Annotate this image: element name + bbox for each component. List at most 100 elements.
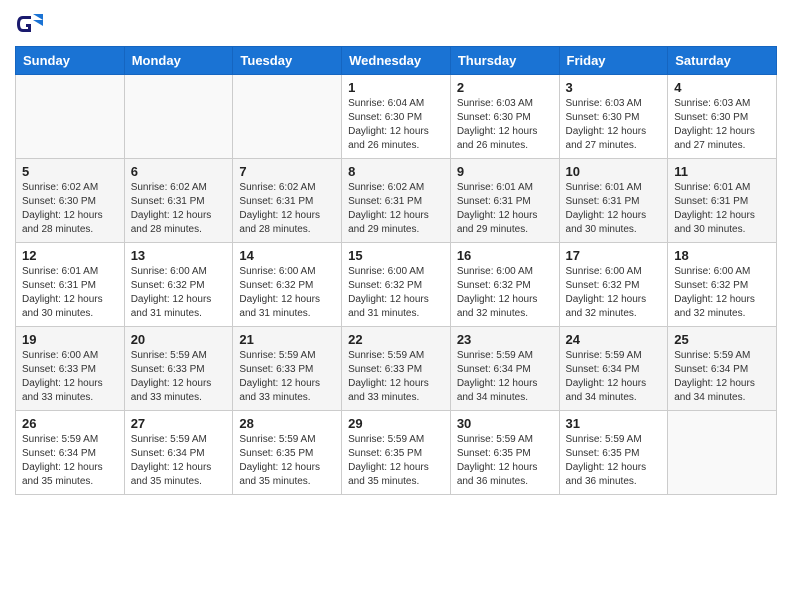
- calendar-cell: 12 Sunrise: 6:01 AMSunset: 6:31 PMDayligh…: [16, 243, 125, 327]
- day-number: 20: [131, 332, 227, 347]
- calendar-cell: 28Sunrise: 5:59 AMSunset: 6:35 PMDayligh…: [233, 411, 342, 495]
- calendar-cell: 21 Sunrise: 5:59 AMSunset: 6:33 PMDayligh…: [233, 327, 342, 411]
- calendar-cell: 3Sunrise: 6:03 AMSunset: 6:30 PMDaylight…: [559, 75, 668, 159]
- calendar-cell: 11 Sunrise: 6:01 AMSunset: 6:31 PMDayligh…: [668, 159, 777, 243]
- day-info: Sunrise: 6:00 AMSunset: 6:32 PMDaylight:…: [348, 265, 444, 321]
- calendar-cell: 31Sunrise: 5:59 AMSunset: 6:35 PMDayligh…: [559, 411, 668, 495]
- day-number: 2: [457, 80, 553, 95]
- day-info: Sunrise: 6:00 AMSunset: 6:32 PMDaylight:…: [131, 265, 227, 321]
- day-info: Sunrise: 5:59 AMSunset: 6:33 PMDaylight:…: [131, 349, 227, 405]
- day-info: Sunrise: 6:01 AMSunset: 6:31 PMDaylight:…: [674, 181, 770, 237]
- day-info: Sunrise: 6:00 AMSunset: 6:32 PMDaylight:…: [457, 265, 553, 321]
- weekday-header: Wednesday: [342, 47, 451, 75]
- day-info: Sunrise: 6:00 AMSunset: 6:32 PMDaylight:…: [674, 265, 770, 321]
- calendar-cell: 16 Sunrise: 6:00 AMSunset: 6:32 PMDayligh…: [450, 243, 559, 327]
- calendar-week-row: 5Sunrise: 6:02 AMSunset: 6:30 PMDaylight…: [16, 159, 777, 243]
- day-number: 6: [131, 164, 227, 179]
- day-info: Sunrise: 6:00 AMSunset: 6:32 PMDaylight:…: [239, 265, 335, 321]
- day-info: Sunrise: 6:01 AMSunset: 6:31 PMDaylight:…: [22, 265, 118, 321]
- calendar-week-row: 19 Sunrise: 6:00 AMSunset: 6:33 PMDayligh…: [16, 327, 777, 411]
- day-info: Sunrise: 6:04 AMSunset: 6:30 PMDaylight:…: [348, 97, 444, 153]
- day-number: 11: [674, 164, 770, 179]
- calendar-cell: [668, 411, 777, 495]
- day-info: Sunrise: 5:59 AMSunset: 6:34 PMDaylight:…: [457, 349, 553, 405]
- calendar-cell: [16, 75, 125, 159]
- calendar-cell: 2Sunrise: 6:03 AMSunset: 6:30 PMDaylight…: [450, 75, 559, 159]
- weekday-header: Thursday: [450, 47, 559, 75]
- day-number: 22: [348, 332, 444, 347]
- day-info: Sunrise: 5:59 AMSunset: 6:34 PMDaylight:…: [566, 349, 662, 405]
- day-info: Sunrise: 6:02 AMSunset: 6:31 PMDaylight:…: [348, 181, 444, 237]
- calendar-cell: 13Sunrise: 6:00 AMSunset: 6:32 PMDayligh…: [124, 243, 233, 327]
- calendar-week-row: 1 Sunrise: 6:04 AMSunset: 6:30 PMDaylight…: [16, 75, 777, 159]
- day-number: 21: [239, 332, 335, 347]
- weekday-header: Friday: [559, 47, 668, 75]
- logo-icon: [15, 10, 43, 38]
- calendar-cell: 23 Sunrise: 5:59 AMSunset: 6:34 PMDayligh…: [450, 327, 559, 411]
- calendar-cell: 22 Sunrise: 5:59 AMSunset: 6:33 PMDayligh…: [342, 327, 451, 411]
- calendar-cell: 29 Sunrise: 5:59 AMSunset: 6:35 PMDayligh…: [342, 411, 451, 495]
- day-number: 10: [566, 164, 662, 179]
- calendar-cell: 9 Sunrise: 6:01 AMSunset: 6:31 PMDaylight…: [450, 159, 559, 243]
- day-info: Sunrise: 5:59 AMSunset: 6:33 PMDaylight:…: [239, 349, 335, 405]
- day-number: 25: [674, 332, 770, 347]
- day-number: 29: [348, 416, 444, 431]
- calendar-cell: 4Sunrise: 6:03 AMSunset: 6:30 PMDaylight…: [668, 75, 777, 159]
- day-number: 19: [22, 332, 118, 347]
- header: [15, 10, 777, 38]
- day-info: Sunrise: 6:02 AMSunset: 6:31 PMDaylight:…: [131, 181, 227, 237]
- day-info: Sunrise: 6:01 AMSunset: 6:31 PMDaylight:…: [457, 181, 553, 237]
- calendar-cell: 6 Sunrise: 6:02 AMSunset: 6:31 PMDaylight…: [124, 159, 233, 243]
- day-info: Sunrise: 6:02 AMSunset: 6:31 PMDaylight:…: [239, 181, 335, 237]
- day-number: 15: [348, 248, 444, 263]
- calendar-cell: 15 Sunrise: 6:00 AMSunset: 6:32 PMDayligh…: [342, 243, 451, 327]
- day-number: 12: [22, 248, 118, 263]
- day-number: 27: [131, 416, 227, 431]
- day-number: 24: [566, 332, 662, 347]
- day-number: 1: [348, 80, 444, 95]
- day-info: Sunrise: 5:59 AMSunset: 6:34 PMDaylight:…: [674, 349, 770, 405]
- calendar-cell: 20 Sunrise: 5:59 AMSunset: 6:33 PMDayligh…: [124, 327, 233, 411]
- calendar-page: SundayMondayTuesdayWednesdayThursdayFrid…: [0, 0, 792, 510]
- day-info: Sunrise: 6:00 AMSunset: 6:32 PMDaylight:…: [566, 265, 662, 321]
- day-number: 16: [457, 248, 553, 263]
- calendar-week-row: 12 Sunrise: 6:01 AMSunset: 6:31 PMDayligh…: [16, 243, 777, 327]
- day-info: Sunrise: 6:03 AMSunset: 6:30 PMDaylight:…: [566, 97, 662, 153]
- day-info: Sunrise: 5:59 AMSunset: 6:35 PMDaylight:…: [457, 433, 553, 489]
- calendar-cell: 26 Sunrise: 5:59 AMSunset: 6:34 PMDayligh…: [16, 411, 125, 495]
- day-info: Sunrise: 5:59 AMSunset: 6:33 PMDaylight:…: [348, 349, 444, 405]
- calendar-cell: 5Sunrise: 6:02 AMSunset: 6:30 PMDaylight…: [16, 159, 125, 243]
- weekday-header: Sunday: [16, 47, 125, 75]
- day-info: Sunrise: 6:01 AMSunset: 6:31 PMDaylight:…: [566, 181, 662, 237]
- day-number: 30: [457, 416, 553, 431]
- day-number: 26: [22, 416, 118, 431]
- day-number: 9: [457, 164, 553, 179]
- calendar-cell: 7 Sunrise: 6:02 AMSunset: 6:31 PMDaylight…: [233, 159, 342, 243]
- calendar-cell: 19 Sunrise: 6:00 AMSunset: 6:33 PMDayligh…: [16, 327, 125, 411]
- weekday-header-row: SundayMondayTuesdayWednesdayThursdayFrid…: [16, 47, 777, 75]
- day-number: 18: [674, 248, 770, 263]
- day-info: Sunrise: 5:59 AMSunset: 6:34 PMDaylight:…: [22, 433, 118, 489]
- calendar-cell: 24 Sunrise: 5:59 AMSunset: 6:34 PMDayligh…: [559, 327, 668, 411]
- logo: [15, 10, 47, 38]
- day-number: 14: [239, 248, 335, 263]
- calendar-cell: 14 Sunrise: 6:00 AMSunset: 6:32 PMDayligh…: [233, 243, 342, 327]
- day-number: 23: [457, 332, 553, 347]
- calendar-cell: [233, 75, 342, 159]
- calendar-table: SundayMondayTuesdayWednesdayThursdayFrid…: [15, 46, 777, 495]
- weekday-header: Saturday: [668, 47, 777, 75]
- weekday-header: Monday: [124, 47, 233, 75]
- day-number: 8: [348, 164, 444, 179]
- calendar-cell: 27 Sunrise: 5:59 AMSunset: 6:34 PMDayligh…: [124, 411, 233, 495]
- day-info: Sunrise: 6:00 AMSunset: 6:33 PMDaylight:…: [22, 349, 118, 405]
- calendar-cell: 1 Sunrise: 6:04 AMSunset: 6:30 PMDaylight…: [342, 75, 451, 159]
- day-info: Sunrise: 6:02 AMSunset: 6:30 PMDaylight:…: [22, 181, 118, 237]
- day-info: Sunrise: 5:59 AMSunset: 6:35 PMDaylight:…: [348, 433, 444, 489]
- calendar-cell: 10 Sunrise: 6:01 AMSunset: 6:31 PMDayligh…: [559, 159, 668, 243]
- day-info: Sunrise: 5:59 AMSunset: 6:34 PMDaylight:…: [131, 433, 227, 489]
- day-number: 31: [566, 416, 662, 431]
- calendar-week-row: 26 Sunrise: 5:59 AMSunset: 6:34 PMDayligh…: [16, 411, 777, 495]
- day-number: 7: [239, 164, 335, 179]
- calendar-cell: 8 Sunrise: 6:02 AMSunset: 6:31 PMDaylight…: [342, 159, 451, 243]
- calendar-cell: 17Sunrise: 6:00 AMSunset: 6:32 PMDayligh…: [559, 243, 668, 327]
